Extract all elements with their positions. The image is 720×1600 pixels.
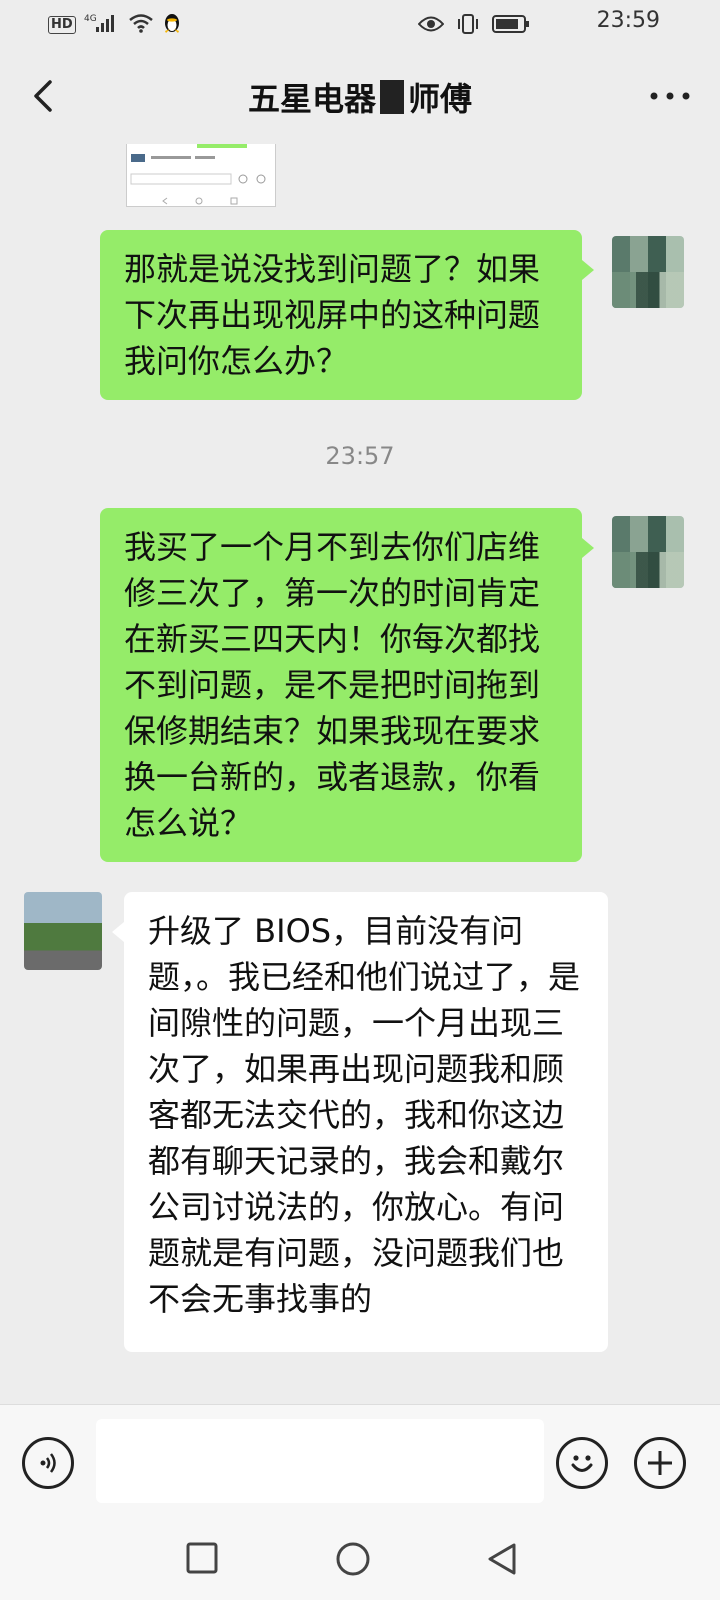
status-bar: HD 4G 23:59 — [0, 0, 720, 48]
chat-title-part1: 五星电器 — [247, 80, 376, 118]
more-options-button[interactable] — [648, 84, 692, 108]
message-bubble-incoming[interactable]: 升级了 BIOS，目前没有问题，。我已经和他们说过了，是间隙性的问题，一个月出现… — [112, 892, 608, 1352]
more-dots-icon — [650, 92, 690, 100]
my-avatar[interactable] — [612, 516, 684, 588]
voice-icon — [40, 1453, 56, 1473]
contact-avatar[interactable] — [24, 892, 102, 970]
message-bubble-outgoing[interactable]: 那就是说没找到问题了？如果下次再出现视屏中的这种问题我问你怎么办？ — [100, 230, 594, 400]
redaction-mask — [380, 80, 404, 114]
home-button[interactable] — [336, 1542, 370, 1576]
message-text: 那就是说没找到问题了？如果下次再出现视屏中的这种问题我问你怎么办？ — [124, 250, 541, 380]
signal-icon: 4G — [84, 13, 120, 37]
more-functions-button[interactable] — [634, 1437, 686, 1489]
circle-icon — [336, 1542, 370, 1576]
network-type-label: 4G — [84, 14, 97, 24]
message-text: 我买了一个月不到去你们店维修三次了，第一次的时间肯定在新买三四天内！你每次都找不… — [124, 528, 541, 842]
qq-penguin-icon — [162, 12, 182, 38]
chat-title: 五星电器 师傅 — [0, 74, 720, 120]
chat-title-part2: 师傅 — [408, 80, 473, 118]
message-text: 升级了 BIOS，目前没有问题，。我已经和他们说过了，是间隙性的问题，一个月出现… — [148, 912, 581, 1318]
voice-input-button[interactable] — [22, 1437, 74, 1489]
triangle-back-icon — [488, 1543, 516, 1575]
system-navigation-bar — [0, 1520, 720, 1600]
message-bubble-outgoing[interactable]: 我买了一个月不到去你们店维修三次了，第一次的时间肯定在新买三四天内！你每次都找不… — [100, 508, 594, 862]
hd-indicator: HD — [48, 16, 76, 34]
smiley-icon — [571, 1455, 593, 1472]
chat-input-bar — [0, 1404, 720, 1521]
status-clock: 23:59 — [596, 8, 660, 33]
nav-back-button[interactable] — [486, 1542, 518, 1576]
plus-icon — [648, 1451, 672, 1475]
recent-apps-button[interactable] — [186, 1542, 218, 1574]
wifi-icon — [128, 13, 154, 37]
vibrate-icon — [456, 14, 480, 38]
message-timestamp: 23:57 — [325, 442, 395, 470]
message-input[interactable] — [96, 1419, 544, 1503]
chat-header: 五星电器 师傅 — [0, 48, 720, 144]
image-message-thumbnail[interactable] — [126, 144, 276, 207]
square-icon — [186, 1542, 218, 1574]
emoji-button[interactable] — [556, 1437, 608, 1489]
message-list[interactable]: 那就是说没找到问题了？如果下次再出现视屏中的这种问题我问你怎么办？ 23:57 … — [0, 144, 720, 1404]
battery-icon — [492, 14, 530, 38]
my-avatar[interactable] — [612, 236, 684, 308]
eye-icon — [417, 15, 445, 37]
